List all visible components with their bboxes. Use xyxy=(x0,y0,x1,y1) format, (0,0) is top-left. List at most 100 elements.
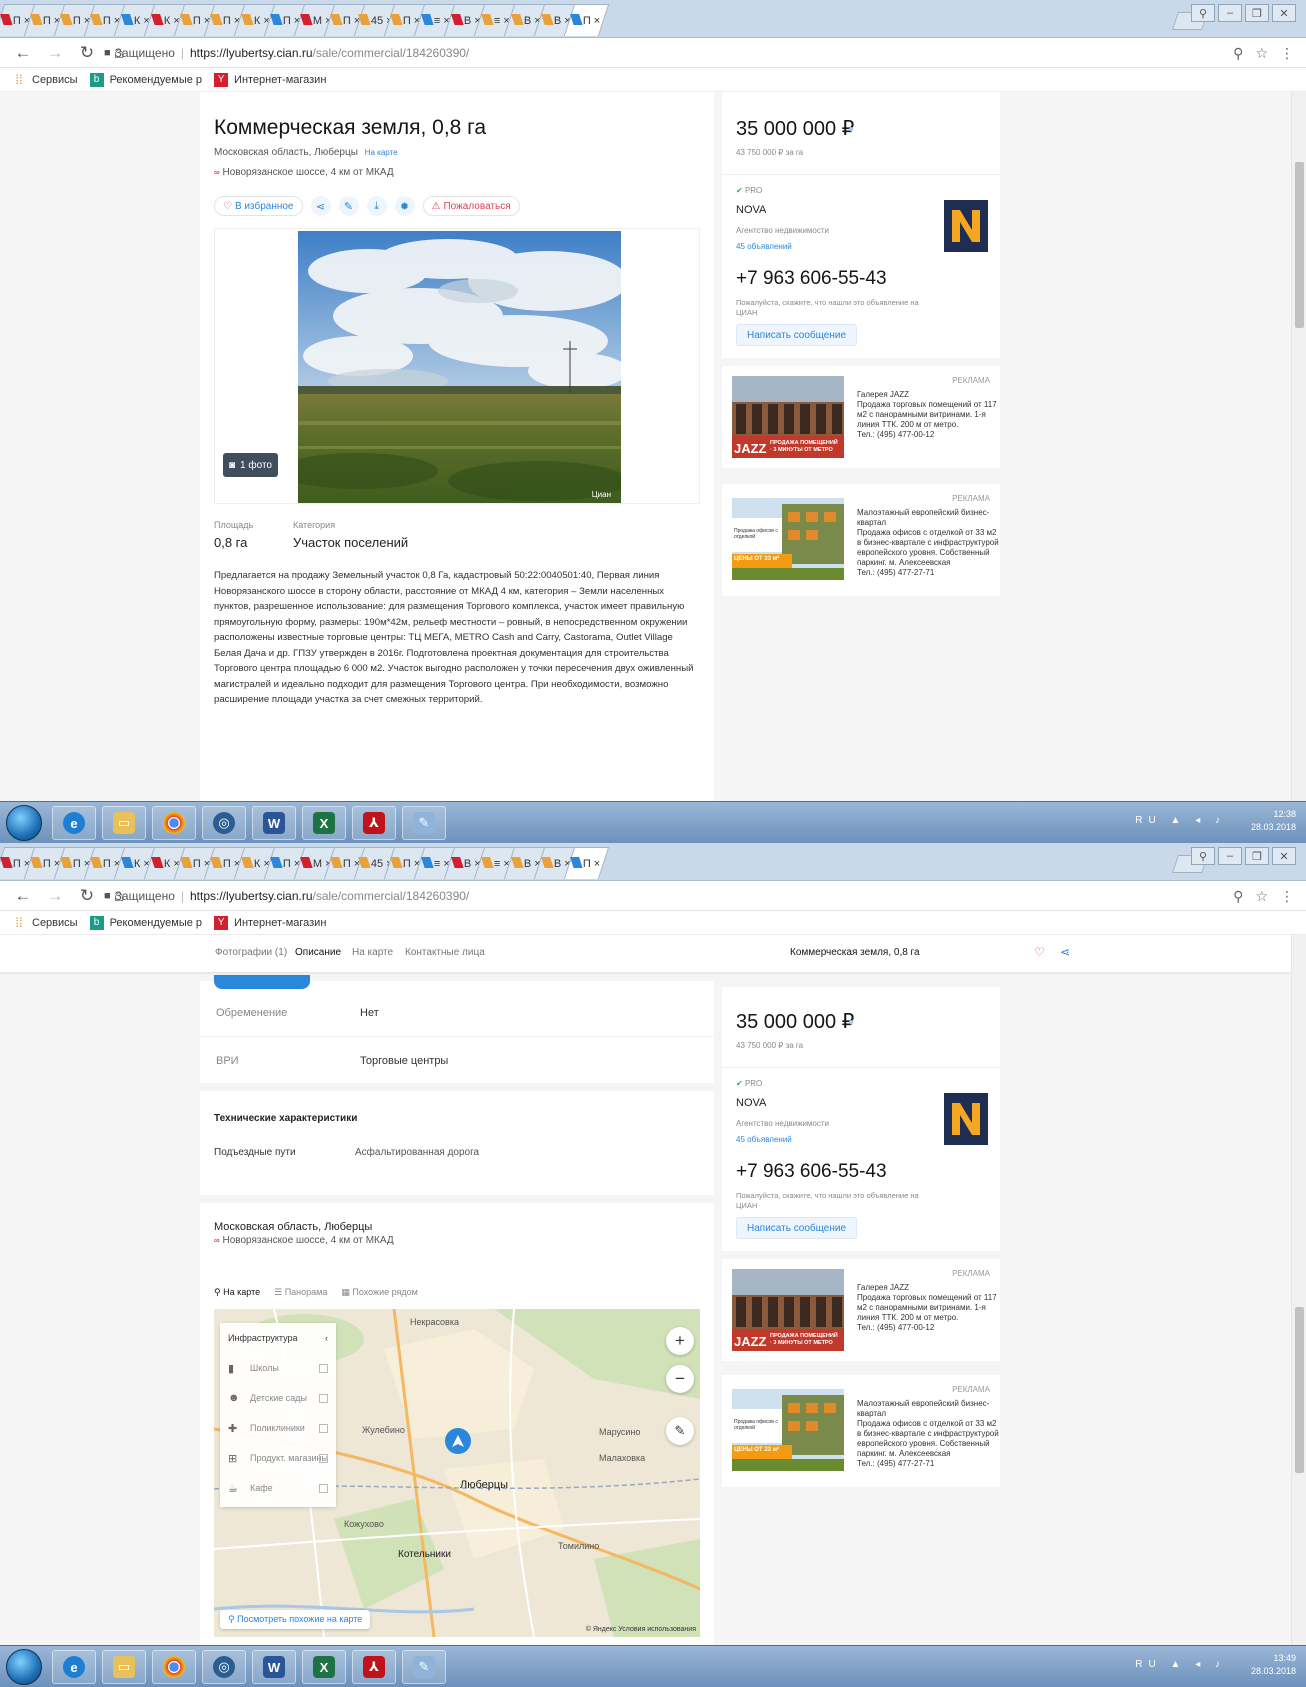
photo-gallery[interactable]: Циан ◙ 1 фото xyxy=(214,228,700,504)
address-bar[interactable]: ■ Защищено | https://lyubertsy.cian.ru/s… xyxy=(104,41,1234,65)
nav-tab-description[interactable]: Описание xyxy=(295,947,341,958)
agency-ads-link[interactable]: 45 объявлений xyxy=(736,242,792,251)
person-icon[interactable]: ⚲ xyxy=(1191,4,1215,22)
zoom-icon[interactable]: ⚲ xyxy=(1233,45,1243,62)
back-icon[interactable]: ← xyxy=(14,43,32,63)
bookmark-apps[interactable]: ⁞⁞ Сервисы xyxy=(12,72,77,87)
maximize-button[interactable]: ❐ xyxy=(1245,847,1269,865)
clock[interactable]: 12:38 28.03.2018 xyxy=(1251,808,1296,834)
pin-button[interactable]: ✎ xyxy=(338,196,359,216)
phone-number[interactable]: +7 963 606-55-43 xyxy=(736,268,887,290)
infra-item-clinics[interactable]: ✚ Поликлиники xyxy=(220,1413,336,1443)
sticky-heart-icon[interactable]: ♡ xyxy=(1034,945,1045,959)
ad-card-business[interactable]: РЕКЛАМА Продажа офисов с отделкой ЦЕНЫ О… xyxy=(722,484,1000,596)
bookmark-apps[interactable]: ⁞⁞ Сервисы xyxy=(12,915,77,930)
taskbar-acrobat[interactable]: ⅄ xyxy=(352,806,396,840)
reload-icon[interactable]: ↻ xyxy=(78,43,96,63)
zoom-icon[interactable]: ⚲ xyxy=(1233,888,1243,905)
forward-icon[interactable]: → xyxy=(46,43,64,63)
share-button[interactable]: ⋖ xyxy=(310,196,331,216)
agency-name[interactable]: NOVA xyxy=(736,1097,766,1109)
favorite-button[interactable]: ♡ В избранное xyxy=(214,196,303,216)
map-tab-panorama[interactable]: ☰ Панорама xyxy=(274,1287,327,1298)
ad-image-jazz[interactable]: JAZZ ПРОДАЖА ПОМЕЩЕНИЙ · 3 МИНУТЫ ОТ МЕТ… xyxy=(732,376,844,458)
bookmark-shop[interactable]: Y Интернет-магазин xyxy=(214,72,326,87)
minimize-button[interactable]: – xyxy=(1218,847,1242,865)
photo-count-badge[interactable]: ◙ 1 фото xyxy=(223,453,278,477)
taskbar-ie[interactable]: e xyxy=(52,1650,96,1684)
taskbar-excel[interactable]: X xyxy=(302,806,346,840)
agency-ads-link[interactable]: 45 объявлений xyxy=(736,1135,792,1144)
start-button[interactable] xyxy=(6,805,42,841)
zoom-out-button[interactable]: − xyxy=(666,1365,694,1393)
nav-tab-contacts[interactable]: Контактные лица xyxy=(405,947,485,958)
settings-button[interactable]: ✹ xyxy=(394,196,415,216)
infra-item-schools[interactable]: ▮ Школы xyxy=(220,1353,336,1383)
ad-image-business[interactable]: Продажа офисов с отделкой ЦЕНЫ ОТ 33 м² xyxy=(732,1389,844,1471)
star-icon[interactable]: ☆ xyxy=(1255,45,1268,62)
collapse-icon[interactable]: ‹ xyxy=(325,1333,328,1343)
map-tab-map[interactable]: ⚲ На карте xyxy=(214,1287,260,1298)
system-tray[interactable]: RU ▲ ◂ ♪ xyxy=(1135,815,1226,826)
taskbar-app8[interactable]: ✎ xyxy=(402,806,446,840)
agency-logo[interactable] xyxy=(944,1093,988,1145)
page-scrollbar[interactable] xyxy=(1291,935,1306,1645)
ad-card-business[interactable]: РЕКЛАМА Продажа офисов с отделкой ЦЕНЫ О… xyxy=(722,1375,1000,1487)
taskbar-word[interactable]: W xyxy=(252,806,296,840)
infra-item-cafes[interactable]: ☕ Кафе xyxy=(220,1473,336,1503)
phone-number[interactable]: +7 963 606-55-43 xyxy=(736,1161,887,1183)
listing-photo[interactable]: Циан xyxy=(298,231,621,503)
taskbar-chrome[interactable] xyxy=(152,806,196,840)
bookmark-shop[interactable]: Y Интернет-магазин xyxy=(214,915,326,930)
map-view[interactable]: Люберцы Котельники Марусино Томилино Жул… xyxy=(214,1309,700,1637)
map-tab-similar[interactable]: ▦ Похожие рядом xyxy=(341,1287,417,1298)
taskbar-word[interactable]: W xyxy=(252,1650,296,1684)
person-icon[interactable]: ⚲ xyxy=(1191,847,1215,865)
menu-icon[interactable]: ⋮ xyxy=(1280,888,1294,905)
taskbar-acrobat[interactable]: ⅄ xyxy=(352,1650,396,1684)
ad-image-business[interactable]: Продажа офисов с отделкой ЦЕНЫ ОТ 33 м² xyxy=(732,498,844,580)
nav-tab-map[interactable]: На карте xyxy=(352,947,393,958)
infra-item-groceries[interactable]: ⊞ Продукт. магазины xyxy=(220,1443,336,1473)
complain-button[interactable]: ⚠ Пожаловаться xyxy=(422,196,520,216)
download-button[interactable]: ⤓ xyxy=(366,196,387,216)
page-scrollbar[interactable] xyxy=(1291,92,1306,801)
bookmark-recommended[interactable]: b Рекомендуемые р xyxy=(89,915,202,930)
message-button[interactable]: Написать сообщение xyxy=(736,1217,858,1239)
address-bar[interactable]: ■ Защищено | https://lyubertsy.cian.ru/s… xyxy=(104,884,1234,908)
bookmark-recommended[interactable]: b Рекомендуемые р xyxy=(89,72,202,87)
similar-on-map-button[interactable]: ⚲ Посмотреть похожие на карте xyxy=(220,1610,371,1629)
taskbar-app4[interactable]: ◎ xyxy=(202,1650,246,1684)
ad-image-jazz[interactable]: JAZZ ПРОДАЖА ПОМЕЩЕНИЙ · 3 МИНУТЫ ОТ МЕТ… xyxy=(732,1269,844,1351)
back-icon[interactable]: ← xyxy=(14,886,32,906)
ruler-button[interactable]: ✎ xyxy=(666,1417,694,1445)
message-button[interactable]: Написать сообщение xyxy=(736,324,858,346)
close-button[interactable]: ✕ xyxy=(1272,4,1296,22)
close-button[interactable]: ✕ xyxy=(1272,847,1296,865)
ad-card-jazz[interactable]: РЕКЛАМА JAZZ ПРОДАЖА ПОМЕЩЕНИЙ · 3 МИНУТ… xyxy=(722,366,1000,468)
infra-item-kindergartens[interactable]: ☻ Детские сады xyxy=(220,1383,336,1413)
ad-card-jazz[interactable]: РЕКЛАМА JAZZ ПРОДАЖА ПОМЕЩЕНИЙ · 3 МИНУТ… xyxy=(722,1259,1000,1361)
taskbar-ie[interactable]: e xyxy=(52,806,96,840)
reload-icon[interactable]: ↻ xyxy=(78,886,96,906)
taskbar-excel[interactable]: X xyxy=(302,1650,346,1684)
menu-icon[interactable]: ⋮ xyxy=(1280,45,1294,62)
clock[interactable]: 13:49 28.03.2018 xyxy=(1251,1652,1296,1678)
agency-name[interactable]: NOVA xyxy=(736,204,766,216)
sticky-share-icon[interactable]: ⋖ xyxy=(1060,945,1070,959)
map-attribution[interactable]: © Яндекс Условия использования xyxy=(586,1626,696,1633)
minimize-button[interactable]: – xyxy=(1218,4,1242,22)
taskbar-chrome[interactable] xyxy=(152,1650,196,1684)
nav-tab-photos[interactable]: Фотографии (1) xyxy=(215,947,287,958)
agency-logo[interactable] xyxy=(944,200,988,252)
system-tray[interactable]: RU ▲ ◂ ♪ xyxy=(1135,1659,1226,1670)
taskbar-app4[interactable]: ◎ xyxy=(202,806,246,840)
taskbar-app8[interactable]: ✎ xyxy=(402,1650,446,1684)
taskbar-explorer[interactable]: ▭ xyxy=(102,1650,146,1684)
price-info-icon[interactable]: ● xyxy=(848,124,854,135)
start-button[interactable] xyxy=(6,1649,42,1685)
star-icon[interactable]: ☆ xyxy=(1255,888,1268,905)
infra-title[interactable]: Инфраструктура ‹ xyxy=(220,1323,336,1353)
forward-icon[interactable]: → xyxy=(46,886,64,906)
zoom-in-button[interactable]: + xyxy=(666,1327,694,1355)
